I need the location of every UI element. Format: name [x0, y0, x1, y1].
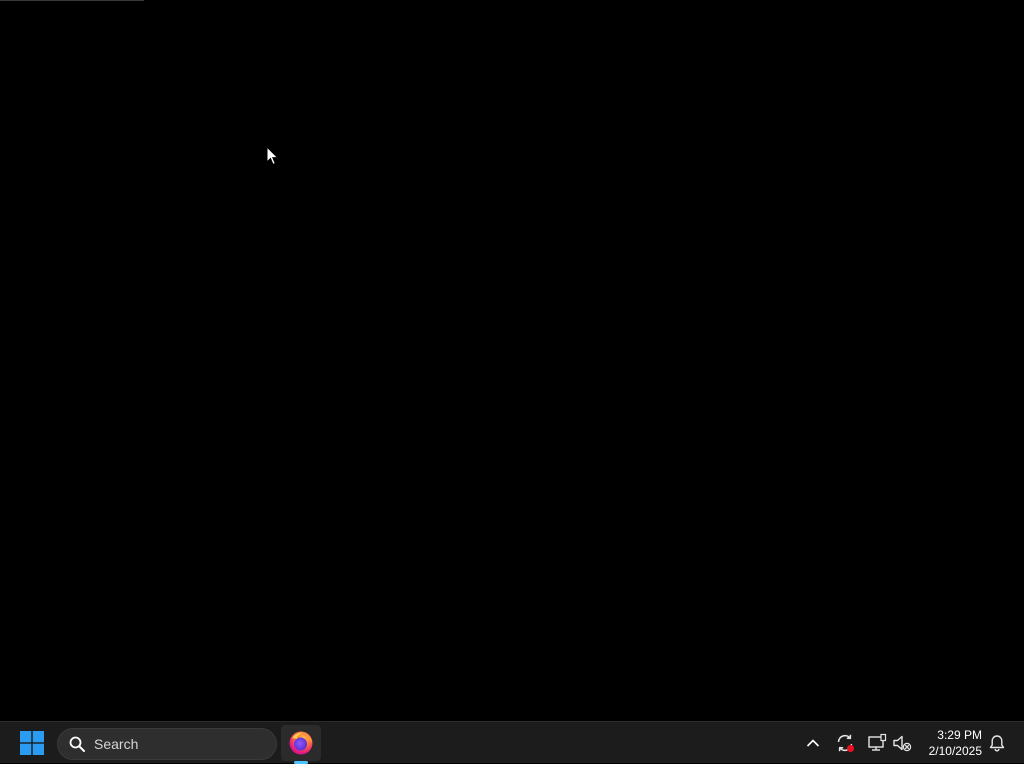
- taskbar-search-box[interactable]: Search: [57, 728, 277, 760]
- taskbar-clock[interactable]: 3:29 PM 2/10/2025: [918, 727, 982, 759]
- taskbar: Search 3:29 PM 2/10/2025: [0, 721, 1024, 764]
- search-icon: [68, 735, 86, 753]
- taskbar-app-firefox[interactable]: [281, 725, 321, 764]
- desktop-background[interactable]: [0, 0, 1024, 721]
- bell-icon: [989, 735, 1005, 752]
- tray-network-button[interactable]: [865, 722, 889, 764]
- clock-date: 2/10/2025: [928, 744, 982, 758]
- firefox-icon: [289, 731, 313, 755]
- chevron-up-icon: [806, 739, 820, 747]
- network-icon: [868, 733, 887, 751]
- tray-overflow-button[interactable]: [801, 722, 825, 764]
- search-label: Search: [94, 736, 139, 752]
- tray-sync-button[interactable]: [833, 722, 857, 764]
- windows-logo-icon: [20, 731, 44, 755]
- notification-center-button[interactable]: [985, 722, 1009, 764]
- start-button[interactable]: [12, 725, 52, 761]
- clock-time: 3:29 PM: [937, 728, 982, 742]
- sync-alert-icon: [837, 734, 855, 753]
- mouse-cursor-icon: [266, 146, 279, 166]
- window-edge-remnant: [0, 0, 144, 1]
- volume-muted-icon: [893, 735, 912, 752]
- tray-volume-button[interactable]: [890, 722, 914, 764]
